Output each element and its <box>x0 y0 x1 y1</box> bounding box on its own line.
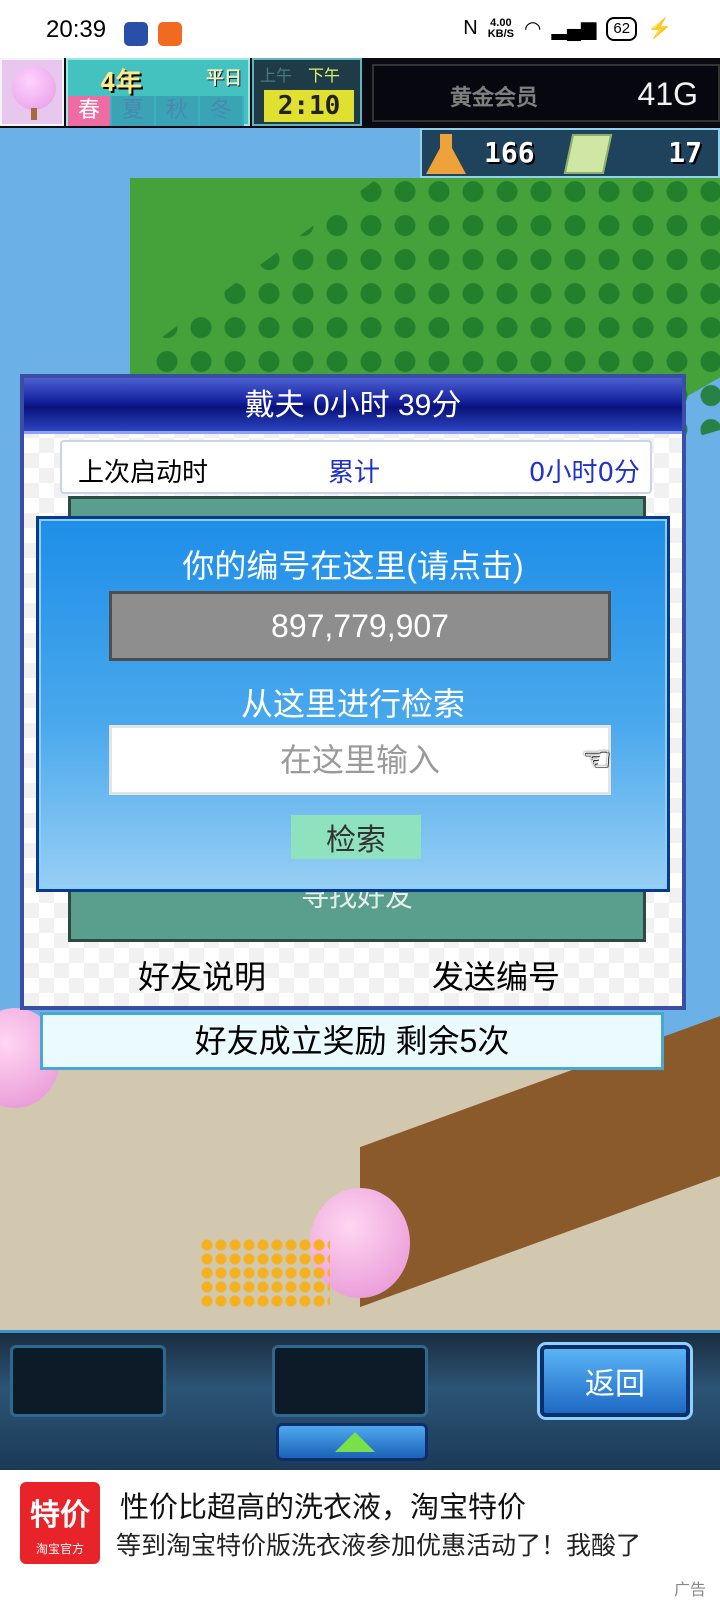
ad-description: 等到淘宝特价版洗衣液参加优惠活动了！我酸了 <box>116 1532 642 1560</box>
year-display: 4年 <box>100 62 142 99</box>
research-points: 166 <box>484 136 535 169</box>
net-speed-unit: KB/S <box>487 27 515 40</box>
friend-reward-banner: 好友成立奖励 剩余5次 <box>40 1012 664 1070</box>
ad-banner[interactable]: 特价 淘宝官方 性价比超高的洗衣液，淘宝特价 等到淘宝特价版洗衣液参加优惠活动了… <box>0 1470 720 1600</box>
game-toolbar: 返回 <box>0 1330 720 1470</box>
search-button[interactable]: 检索 <box>291 815 421 859</box>
weekday-label: 平日 <box>206 68 242 89</box>
game-hud: 4年 平日 春 夏 秋 冬 上午 下午 2:10 黄金会员 41G <box>0 58 720 128</box>
pointing-hand-icon: ☜ <box>581 739 612 779</box>
tree-trunk <box>31 108 37 120</box>
season-autumn: 秋 <box>156 96 200 126</box>
resource-bar: 166 17 <box>420 128 720 178</box>
season-winter: 冬 <box>200 96 244 126</box>
nfc-icon: N <box>463 17 478 39</box>
your-id-heading: 你的编号在这里(请点击) <box>182 548 524 584</box>
back-button[interactable]: 返回 <box>540 1345 690 1417</box>
season-spring: 春 <box>68 96 112 126</box>
status-indicators: N 4.00 KB/S ◠ ▂▄▆ 62 ⚡ <box>463 16 672 41</box>
member-panel: 黄金会员 41G <box>372 64 720 122</box>
last-launch-label: 上次启动时 <box>78 458 209 488</box>
charging-icon: ⚡ <box>647 18 672 40</box>
ad-logo-text: 特价 <box>30 1498 90 1533</box>
accumulated-time: 0小时0分 <box>528 458 640 488</box>
play-stats: 上次启动时 累计 0小时0分 <box>60 440 652 494</box>
year-number: 4 <box>100 68 116 98</box>
search-heading: 从这里进行检索 <box>240 686 465 722</box>
ad-logo-subtext: 淘宝官方 <box>35 1542 84 1556</box>
game-clock: 2:10 <box>264 90 354 122</box>
signal-icon: ▂▄▆ <box>551 18 597 40</box>
am-label: 上午 <box>260 66 293 85</box>
flower-bed <box>200 1238 330 1308</box>
date-panel: 4年 平日 春 夏 秋 冬 <box>66 58 250 126</box>
season-summer: 夏 <box>112 96 156 126</box>
ad-label: 广告 <box>673 1580 706 1599</box>
net-speed: 4.00 KB/S <box>487 17 515 40</box>
friend-id-popup: 你的编号在这里(请点击) 897,779,907 从这里进行检索 ☜ 检索 <box>36 516 670 892</box>
taobao-logo: 特价 淘宝官方 <box>20 1482 100 1564</box>
arrow-up-icon <box>335 1432 375 1452</box>
cash-items-count: 17 <box>668 136 702 169</box>
cherry-tree-icon <box>12 66 56 110</box>
membership-label: 黄金会员 <box>450 86 539 111</box>
friend-id-input[interactable] <box>109 725 611 795</box>
cash-icon <box>563 134 613 174</box>
player-id-box[interactable]: 897,779,907 <box>109 591 611 661</box>
app-notification-icon <box>124 22 148 46</box>
flask-icon <box>426 134 466 174</box>
ad-title: 性价比超高的洗衣液，淘宝特价 <box>120 1492 527 1524</box>
am-pm-indicator: 上午 下午 <box>260 62 340 86</box>
accumulated-label: 累计 <box>328 458 381 488</box>
battery-icon: 62 <box>606 16 638 41</box>
status-bar: 20:39 N 4.00 KB/S ◠ ▂▄▆ 62 ⚡ <box>0 0 720 58</box>
player-avatar[interactable] <box>0 58 64 126</box>
clock-panel: 上午 下午 2:10 <box>252 58 362 126</box>
toolbar-slot-left[interactable] <box>10 1345 166 1417</box>
season-bar: 春 夏 秋 冬 <box>68 96 244 126</box>
friend-help-button[interactable]: 好友说明 <box>138 952 266 998</box>
dialog-title: 戴夫 0小时 39分 <box>24 378 682 434</box>
send-id-button[interactable]: 发送编号 <box>432 952 560 998</box>
pm-label: 下午 <box>308 66 341 85</box>
toolbar-slot-center[interactable] <box>272 1345 428 1417</box>
gold-amount: 41G <box>637 76 698 112</box>
year-unit: 年 <box>115 68 142 98</box>
expand-menu-button[interactable] <box>276 1423 428 1461</box>
wifi-icon: ◠ <box>524 18 542 40</box>
app-notification-icon-2 <box>158 22 182 46</box>
status-time: 20:39 <box>46 16 107 43</box>
